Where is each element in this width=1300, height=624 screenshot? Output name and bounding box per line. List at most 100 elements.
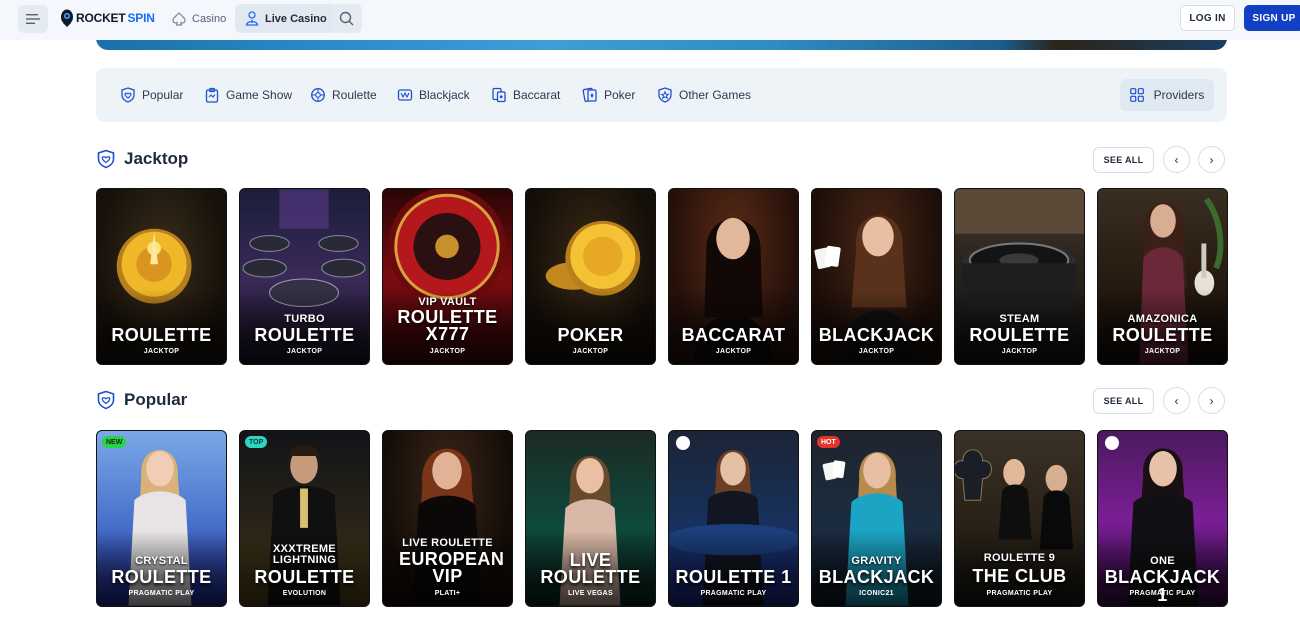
site-logo[interactable]: ROCKET SPIN: [60, 9, 155, 27]
game-subtitle: STEAM: [999, 313, 1040, 325]
game-title: ROULETTE: [254, 567, 355, 587]
game-title: BACCARAT: [681, 325, 786, 345]
game-subtitle: AMAZONICA: [1127, 313, 1198, 325]
game-title: THE CLUB: [972, 566, 1067, 586]
cards-icon: [397, 89, 413, 101]
game-card[interactable]: TURBO ROULETTE JACKTOP: [239, 188, 370, 365]
game-title: ROULETTE X777: [397, 307, 498, 344]
game-subtitle: LIVE ROULETTE: [402, 537, 493, 549]
game-card[interactable]: ROULETTE 1 PRAGMATIC PLAY: [668, 430, 799, 607]
hot-badge: HOT: [817, 436, 840, 448]
game-card[interactable]: ROULETTE JACKTOP: [96, 188, 227, 365]
game-title: ROULETTE 1: [675, 567, 792, 587]
game-card[interactable]: BLACKJACK JACKTOP: [811, 188, 942, 365]
game-provider: PLATI+: [434, 590, 461, 597]
game-provider: PRAGMATIC PLAY: [986, 590, 1053, 597]
top-badge: TOP: [245, 436, 268, 448]
game-title: BLACKJACK: [818, 567, 935, 587]
game-provider: PRAGMATIC PLAY: [700, 590, 767, 597]
category-poker[interactable]: Poker: [582, 87, 635, 103]
nav-live-casino-label: Live Casino: [265, 12, 327, 25]
game-provider: JACKTOP: [1144, 348, 1181, 355]
hamburger-icon: [26, 14, 40, 24]
game-provider: JACKTOP: [572, 348, 609, 355]
search-button[interactable]: [331, 4, 362, 33]
chevron-right-icon: ›: [1209, 393, 1214, 408]
game-card[interactable]: LIVE ROULETTE EUROPEAN VIP PLATI+: [382, 430, 513, 607]
nav-live-casino[interactable]: Live Casino: [235, 4, 337, 33]
game-card[interactable]: HOT GRAVITY BLACKJACK ICONIC21: [811, 430, 942, 607]
game-card[interactable]: BACCARAT JACKTOP: [668, 188, 799, 365]
game-card[interactable]: LIVE ROULETTE LIVE VEGAS: [525, 430, 656, 607]
poker-icon: [582, 87, 597, 103]
prev-arrow-button[interactable]: ‹: [1163, 387, 1190, 414]
game-provider: JACKTOP: [1001, 348, 1038, 355]
menu-button[interactable]: [18, 5, 48, 33]
nav-casino-label: Casino: [192, 12, 227, 25]
category-popular[interactable]: Popular: [120, 87, 183, 103]
provider-logo-badge: [676, 436, 690, 450]
game-card[interactable]: STEAM ROULETTE JACKTOP: [954, 188, 1085, 365]
game-subtitle: GRAVITY: [851, 555, 902, 567]
game-provider: JACKTOP: [143, 348, 180, 355]
next-arrow-button[interactable]: ›: [1198, 146, 1225, 173]
category-blackjack[interactable]: Blackjack: [397, 87, 470, 103]
game-card[interactable]: ROULETTE 9 THE CLUB PRAGMATIC PLAY: [954, 430, 1085, 607]
game-title: BLACKJACK 1: [1104, 567, 1221, 605]
game-row-jacktop: ROULETTE JACKTOP TURBO ROULETTE JACKTOP …: [96, 188, 1228, 365]
next-arrow-button[interactable]: ›: [1198, 387, 1225, 414]
search-icon: [339, 11, 354, 26]
category-blackjack-label: Blackjack: [419, 88, 470, 102]
category-bar: Popular Game Show Roulette Blackjack Bac…: [96, 68, 1227, 122]
category-popular-label: Popular: [142, 88, 184, 102]
heart-shield-icon: [121, 87, 135, 103]
top-header: ROCKET SPIN Casino Live Casino LOG IN SIG…: [0, 0, 1300, 40]
game-subtitle: CRYSTAL: [135, 555, 188, 567]
category-other-games[interactable]: Other Games: [657, 87, 751, 103]
game-card[interactable]: TOP XXXTREME LIGHTNING ROULETTE EVOLUTIO…: [239, 430, 370, 607]
game-title: ROULETTE: [111, 325, 212, 345]
see-all-button[interactable]: SEE ALL: [1093, 147, 1154, 173]
section-jacktop-header: Jacktop: [96, 149, 188, 169]
game-provider: PRAGMATIC PLAY: [128, 590, 195, 597]
game-card[interactable]: AMAZONICA ROULETTE JACKTOP: [1097, 188, 1228, 365]
section-popular-header: Popular: [96, 390, 187, 410]
game-card[interactable]: NEW CRYSTAL ROULETTE PRAGMATIC PLAY: [96, 430, 227, 607]
login-button[interactable]: LOG IN: [1180, 5, 1235, 31]
provider-logo-badge: [1105, 436, 1119, 450]
logo-text-rocket: ROCKET: [76, 11, 126, 25]
dealer-icon: [245, 11, 259, 26]
nav-casino[interactable]: Casino: [162, 4, 236, 33]
game-subtitle: ROULETTE 9: [983, 552, 1056, 564]
game-title: POKER: [557, 325, 624, 345]
game-subtitle: XXXTREME LIGHTNING: [272, 543, 337, 566]
game-title: ROULETTE: [969, 325, 1070, 345]
signup-button[interactable]: SIGN UP: [1244, 5, 1300, 31]
game-subtitle: TURBO: [284, 313, 325, 325]
category-baccarat[interactable]: Baccarat: [491, 87, 560, 103]
new-badge: NEW: [102, 436, 127, 448]
spade-icon: [172, 11, 186, 26]
category-roulette[interactable]: Roulette: [310, 87, 377, 103]
game-provider: JACKTOP: [429, 348, 466, 355]
chevron-left-icon: ‹: [1174, 393, 1179, 408]
see-all-button[interactable]: SEE ALL: [1093, 388, 1154, 414]
roulette-icon: [311, 88, 325, 102]
game-card[interactable]: VIP VAULT ROULETTE X777 JACKTOP: [382, 188, 513, 365]
heart-shield-icon: [97, 390, 115, 410]
category-poker-label: Poker: [604, 88, 636, 102]
grid-icon: [1129, 88, 1144, 102]
game-card[interactable]: POKER JACKTOP: [525, 188, 656, 365]
game-provider: JACKTOP: [286, 348, 323, 355]
game-title: ROULETTE: [1112, 325, 1213, 345]
category-roulette-label: Roulette: [332, 88, 377, 102]
game-provider: EVOLUTION: [282, 590, 327, 597]
game-title: ROULETTE: [111, 567, 212, 587]
prev-arrow-button[interactable]: ‹: [1163, 146, 1190, 173]
providers-button[interactable]: Providers: [1120, 79, 1214, 111]
category-game-show[interactable]: Game Show: [204, 87, 292, 103]
game-row-popular: NEW CRYSTAL ROULETTE PRAGMATIC PLAY TOP …: [96, 430, 1228, 607]
game-card[interactable]: ONE BLACKJACK 1 PRAGMATIC PLAY: [1097, 430, 1228, 607]
heart-shield-icon: [97, 149, 115, 169]
section-title: Popular: [124, 390, 188, 409]
